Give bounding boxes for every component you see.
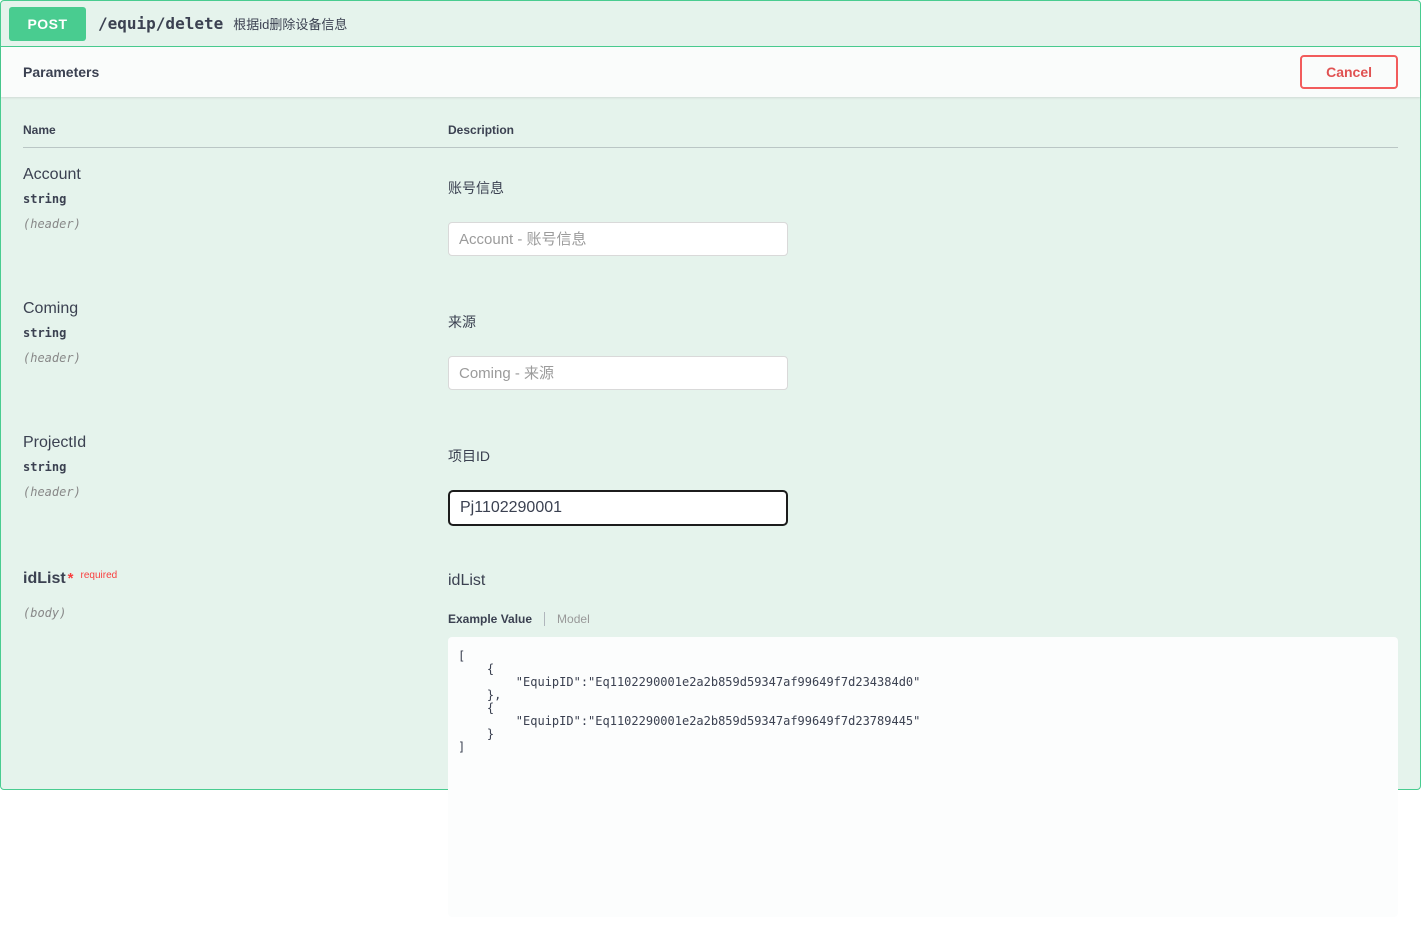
parameters-section-header: Parameters Cancel: [1, 47, 1420, 97]
param-type: string: [23, 192, 448, 206]
http-method-badge: POST: [9, 7, 86, 41]
example-model-tabs: Example Value Model: [448, 612, 1398, 626]
operation-block: POST /equip/delete 根据id删除设备信息 Parameters…: [0, 0, 1421, 790]
coming-input[interactable]: [448, 356, 788, 390]
tab-model[interactable]: Model: [545, 612, 590, 626]
column-header-name: Name: [23, 123, 448, 137]
request-body-textarea[interactable]: [ { "EquipID":"Eq1102290001e2a2b859d5934…: [448, 637, 1398, 917]
projectid-input[interactable]: [448, 490, 788, 526]
table-header-row: Name Description: [23, 111, 1398, 148]
operation-summary-bar[interactable]: POST /equip/delete 根据id删除设备信息: [1, 1, 1420, 47]
param-description: 账号信息: [448, 178, 1398, 198]
endpoint-summary-text: 根据id删除设备信息: [233, 14, 347, 33]
param-location: (header): [23, 217, 448, 231]
endpoint-path: /equip/delete: [98, 14, 223, 33]
param-description: 项目ID: [448, 446, 1398, 466]
param-row-projectid: ProjectId string (header) 项目ID: [23, 416, 1398, 552]
param-name: idList: [23, 570, 66, 587]
required-label: required: [81, 570, 118, 581]
parameters-table: Name Description Account string (header)…: [1, 97, 1420, 943]
cancel-button[interactable]: Cancel: [1300, 55, 1398, 89]
tab-example-value[interactable]: Example Value: [448, 612, 545, 626]
param-location: (body): [23, 606, 448, 620]
param-row-idlist: idList*required (body) idList Example Va…: [23, 552, 1398, 943]
param-row-coming: Coming string (header) 来源: [23, 282, 1398, 416]
param-location: (header): [23, 351, 448, 365]
account-input[interactable]: [448, 222, 788, 256]
param-description: 来源: [448, 312, 1398, 332]
param-location: (header): [23, 485, 448, 499]
param-row-account: Account string (header) 账号信息: [23, 148, 1398, 282]
param-name: Account: [23, 166, 448, 184]
param-type: string: [23, 326, 448, 340]
param-description: idList: [448, 572, 1398, 590]
column-header-description: Description: [448, 123, 1398, 137]
parameters-title: Parameters: [23, 64, 99, 80]
required-star: *: [68, 570, 74, 587]
param-name: Coming: [23, 300, 448, 318]
param-type: string: [23, 460, 448, 474]
param-name: ProjectId: [23, 434, 448, 452]
